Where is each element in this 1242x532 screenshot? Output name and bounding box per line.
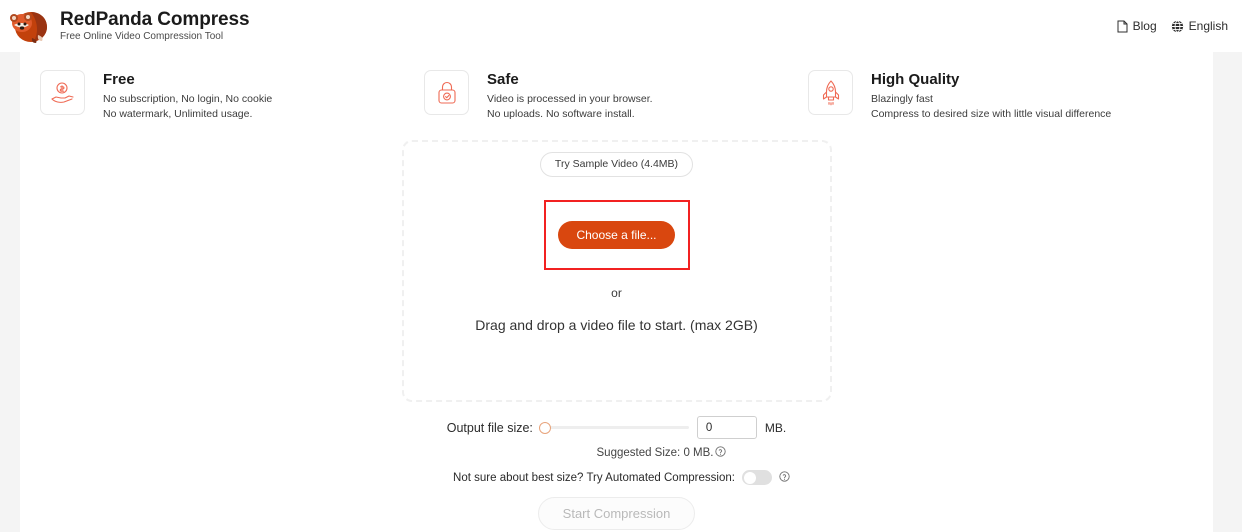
- or-separator-text: or: [611, 285, 622, 300]
- output-size-slider[interactable]: [538, 420, 689, 436]
- globe-icon: [1171, 19, 1184, 33]
- feature-free: Free No subscription, No login, No cooki…: [40, 70, 424, 122]
- feature-safe: Safe Video is processed in your browser.…: [424, 70, 808, 122]
- choose-file-button[interactable]: Choose a file...: [558, 220, 675, 249]
- feature-safe-title: Safe: [487, 71, 519, 88]
- feature-high-quality-title: High Quality: [871, 71, 960, 88]
- output-size-label: Output file size:: [446, 420, 533, 435]
- file-dropzone[interactable]: Try Sample Video (4.4MB) Choose a file..…: [401, 140, 832, 403]
- page-background: Free No subscription, No login, No cooki…: [0, 52, 1242, 532]
- output-size-input[interactable]: [696, 416, 757, 440]
- dropzone-wrap: Try Sample Video (4.4MB) Choose a file..…: [40, 140, 1193, 403]
- feature-high-quality-line2: Compress to desired size with little vis…: [871, 108, 1112, 121]
- automated-compression-toggle[interactable]: [741, 470, 772, 486]
- suggested-size-row: Suggested Size: 0 MB.: [507, 446, 727, 460]
- choose-file-highlight-box: Choose a file...: [543, 199, 690, 270]
- main-card: Free No subscription, No login, No cooki…: [20, 52, 1213, 532]
- feature-free-line2: No watermark, Unlimited usage.: [103, 108, 253, 121]
- red-panda-logo-icon: [8, 7, 50, 45]
- site-header: RedPanda Compress Free Online Video Comp…: [0, 0, 1242, 52]
- automated-compression-row: Not sure about best size? Try Automated …: [443, 470, 790, 486]
- brand-subtitle: Free Online Video Compression Tool: [60, 31, 224, 42]
- feature-free-line1: No subscription, No login, No cookie: [103, 93, 273, 106]
- feature-row: Free No subscription, No login, No cooki…: [40, 70, 1193, 122]
- lock-check-icon: [424, 70, 469, 115]
- header-links: Blog English: [1117, 19, 1228, 33]
- hand-coin-icon: [40, 70, 85, 115]
- blog-link[interactable]: Blog: [1117, 19, 1157, 33]
- drag-drop-instruction: Drag and drop a video file to start. (ma…: [475, 316, 758, 333]
- feature-safe-line2: No uploads. No software install.: [487, 108, 635, 121]
- automated-compression-help-icon[interactable]: [779, 470, 790, 485]
- slider-thumb[interactable]: [538, 421, 551, 434]
- blog-link-label: Blog: [1132, 19, 1157, 33]
- slider-track: [544, 426, 689, 430]
- automated-compression-label: Not sure about best size? Try Automated …: [453, 471, 735, 484]
- toggle-knob: [743, 471, 756, 484]
- feature-safe-line1: Video is processed in your browser.: [487, 93, 653, 106]
- language-label: English: [1188, 19, 1228, 33]
- feature-free-title: Free: [103, 71, 135, 88]
- feature-high-quality: High Quality Blazingly fast Compress to …: [808, 70, 1192, 122]
- brand-title: RedPanda Compress: [60, 9, 250, 30]
- rocket-icon: [808, 70, 853, 115]
- start-compression-button[interactable]: Start Compression: [537, 497, 696, 531]
- brand-home-link[interactable]: RedPanda Compress Free Online Video Comp…: [8, 7, 250, 45]
- suggested-size-label: Suggested Size: 0 MB.: [596, 447, 714, 460]
- output-size-row: Output file size: MB.: [446, 416, 787, 440]
- output-size-unit: MB.: [764, 420, 787, 435]
- compression-settings: Output file size: MB. Suggested Size: 0 …: [40, 416, 1193, 531]
- language-selector[interactable]: English: [1171, 19, 1228, 33]
- try-sample-video-button[interactable]: Try Sample Video (4.4MB): [539, 152, 694, 177]
- suggested-size-help-icon[interactable]: [715, 446, 727, 460]
- feature-high-quality-line1: Blazingly fast: [871, 93, 933, 106]
- document-icon: [1117, 20, 1128, 33]
